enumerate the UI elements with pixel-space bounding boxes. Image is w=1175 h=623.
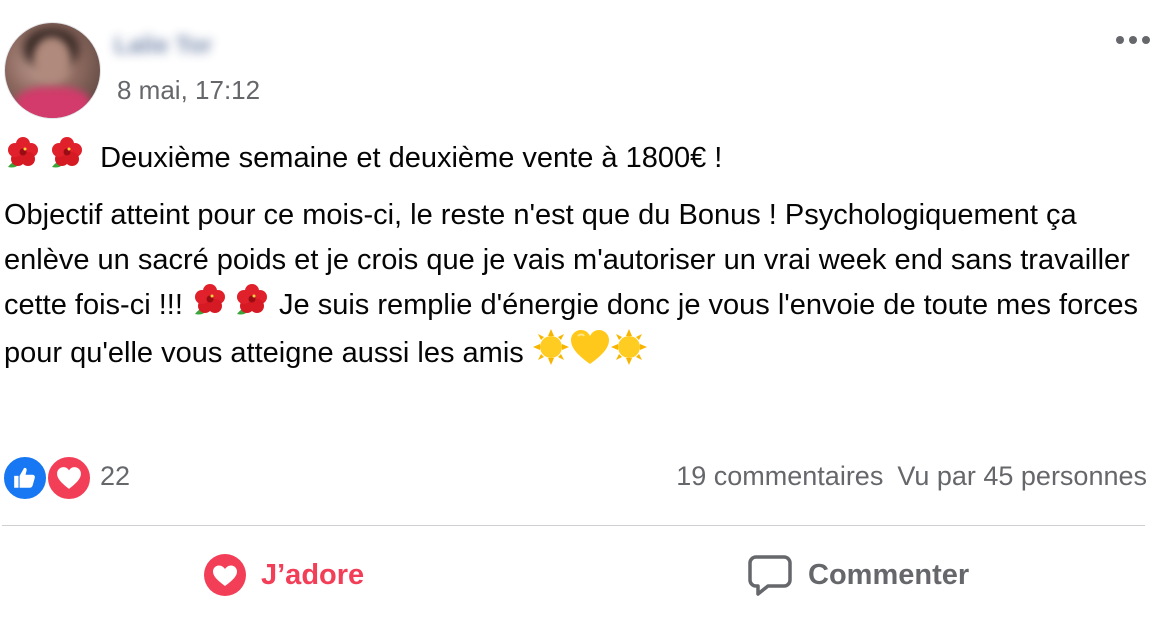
more-options-icon: [1116, 36, 1124, 44]
comment-label: Commenter: [808, 558, 970, 591]
author-name[interactable]: Lalie Tor: [114, 32, 344, 58]
yellow-heart-icon: [570, 330, 610, 366]
post-headline: Deuxième semaine et deuxième vente à 180…: [100, 142, 723, 174]
hibiscus-icon: [233, 284, 271, 318]
post-first-line: Deuxième semaine et deuxième vente à 180…: [4, 136, 1164, 181]
more-options-button[interactable]: [1111, 28, 1155, 52]
love-icon: [204, 554, 246, 596]
post-timestamp[interactable]: 8 mai, 17:12: [117, 75, 260, 106]
sun-icon: [532, 328, 570, 366]
reactions-bar: 22 19 commentaires Vu par 45 personnes: [2, 453, 1147, 501]
author-avatar[interactable]: [4, 22, 101, 119]
love-icon: [46, 455, 92, 501]
love-reaction-label: J’adore: [261, 558, 365, 591]
comment-button[interactable]: Commenter: [748, 540, 969, 610]
post-actions: J’adore Commenter: [0, 540, 1175, 610]
post-paragraph: Objectif atteint pour ce mois-ci, le res…: [4, 193, 1164, 376]
views-count-link[interactable]: Vu par 45 personnes: [897, 461, 1147, 491]
comments-count-link[interactable]: 19 commentaires: [676, 461, 883, 491]
facebook-post: Lalie Tor 8 mai, 17:12 Deuxième semaine …: [0, 0, 1175, 623]
love-reaction-button[interactable]: J’adore: [203, 540, 364, 610]
sun-icon: [610, 328, 648, 366]
post-body: Deuxième semaine et deuxième vente à 180…: [4, 136, 1164, 376]
reaction-icons[interactable]: [2, 453, 92, 501]
hibiscus-icon: [48, 137, 86, 171]
hibiscus-icon: [4, 137, 42, 171]
like-icon: [2, 455, 48, 501]
comment-icon: [748, 555, 792, 596]
reaction-count[interactable]: 22: [100, 461, 130, 492]
post-stats: 19 commentaires Vu par 45 personnes: [676, 461, 1147, 492]
divider: [2, 525, 1145, 526]
hibiscus-icon: [191, 284, 229, 318]
